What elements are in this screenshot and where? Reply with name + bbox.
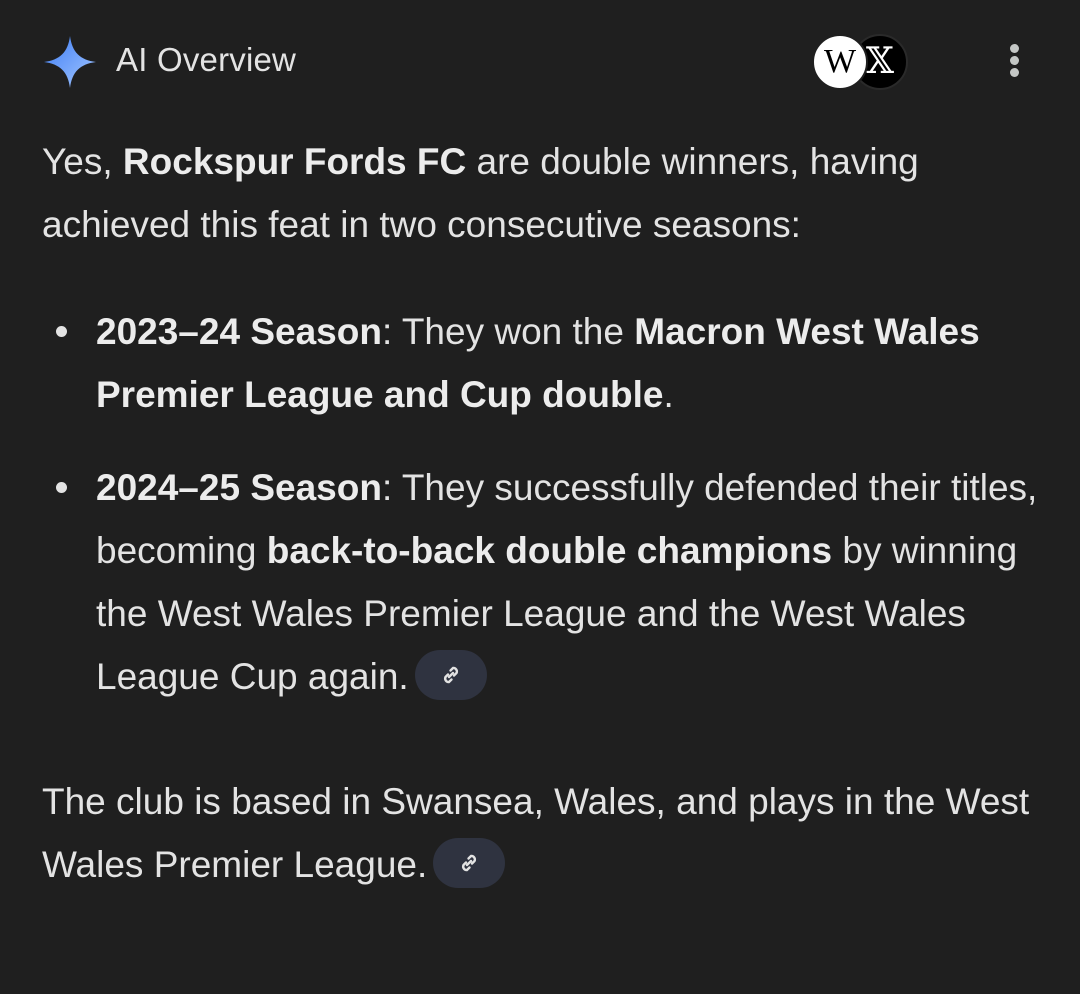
- list-item: 2024–25 Season: They successfully defend…: [56, 456, 1042, 708]
- source-avatars[interactable]: 𝕏 W: [812, 34, 908, 90]
- club-name: Rockspur Fords FC: [122, 141, 467, 182]
- item-text: .: [663, 374, 674, 415]
- link-icon: [443, 667, 458, 684]
- closing-paragraph: The club is based in Swansea, Wales, and…: [42, 770, 1042, 896]
- link-icon: [462, 855, 477, 872]
- item-bold: back-to-back double champions: [266, 530, 833, 571]
- source-link-button[interactable]: [414, 650, 487, 701]
- more-vert-icon[interactable]: [998, 40, 1032, 80]
- ai-overview-header: AI Overview 𝕏 W: [0, 0, 1080, 120]
- ai-overview-title: AI Overview: [116, 41, 297, 78]
- overview-content: Yes, Rockspur Fords FC are double winner…: [42, 130, 1042, 896]
- gemini-spark-icon: [44, 36, 96, 88]
- intro-paragraph: Yes, Rockspur Fords FC are double winner…: [42, 130, 1042, 256]
- source-link-button[interactable]: [433, 838, 506, 889]
- season-label: 2023–24 Season: [96, 311, 382, 352]
- season-label: 2024–25 Season: [96, 467, 382, 508]
- intro-lead: Yes,: [42, 141, 123, 182]
- season-list: 2023–24 Season: They won the Macron West…: [42, 300, 1042, 708]
- wikipedia-source-icon[interactable]: W: [812, 34, 868, 90]
- item-text: : They won the: [381, 311, 635, 352]
- closing-text: The club is based in Swansea, Wales, and…: [42, 781, 1030, 885]
- list-item: 2023–24 Season: They won the Macron West…: [56, 300, 1042, 426]
